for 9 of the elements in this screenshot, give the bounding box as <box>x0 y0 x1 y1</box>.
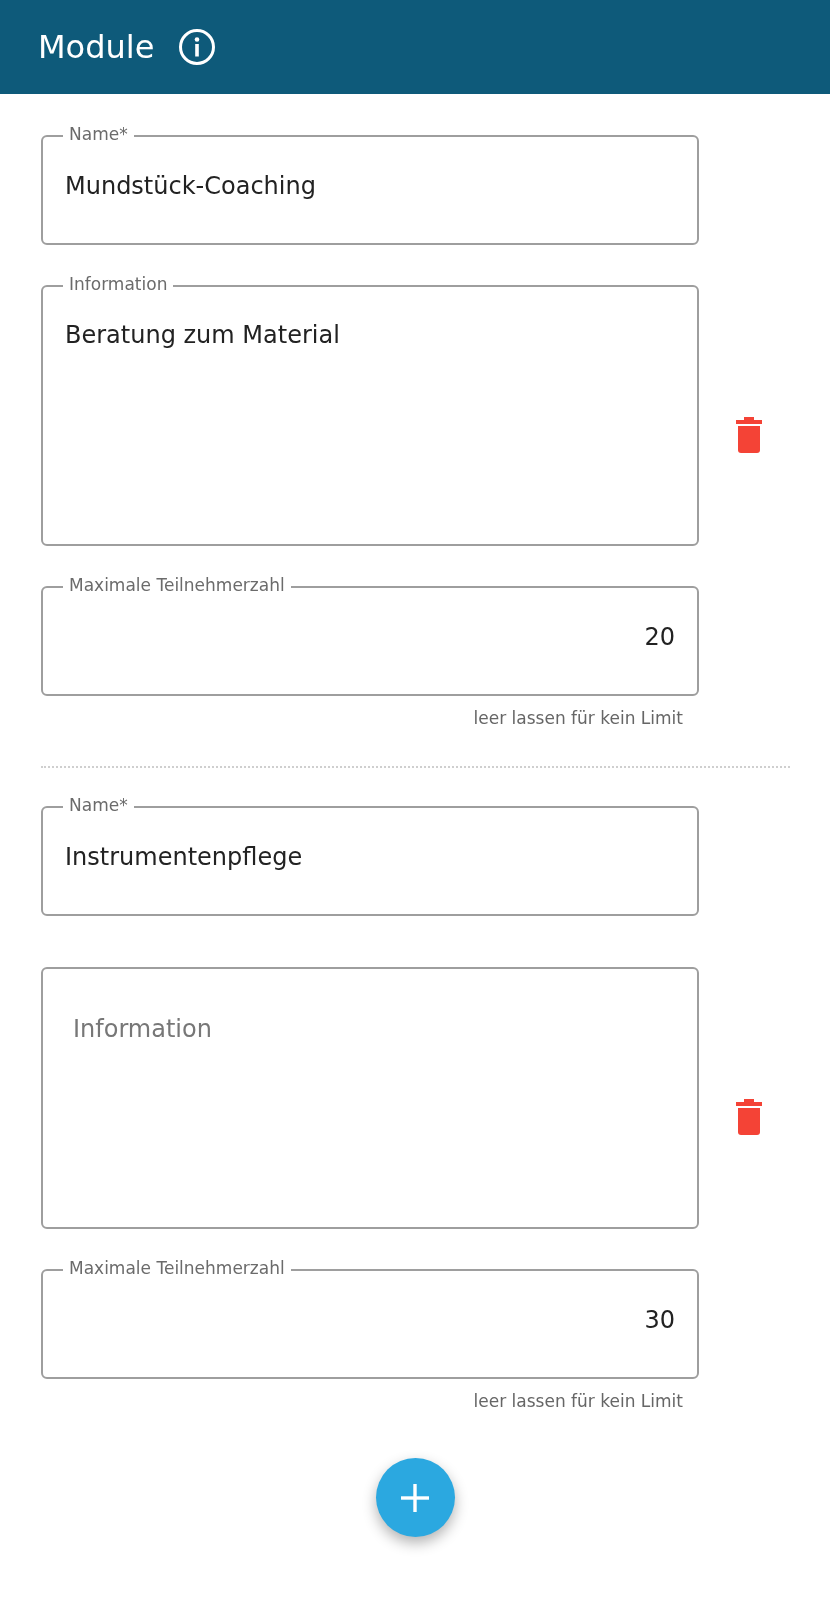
trash-icon[interactable] <box>736 1099 762 1135</box>
add-button[interactable] <box>375 1458 455 1537</box>
hint-text: leer lassen für kein Limit <box>472 707 684 730</box>
information-field[interactable]: Information <box>41 966 699 1229</box>
plus-icon <box>401 1483 429 1512</box>
info-icon[interactable] <box>178 28 217 66</box>
page-title: Module <box>38 27 155 68</box>
hint-text: leer lassen für kein Limit <box>472 1389 684 1413</box>
trash-icon[interactable] <box>736 416 762 453</box>
